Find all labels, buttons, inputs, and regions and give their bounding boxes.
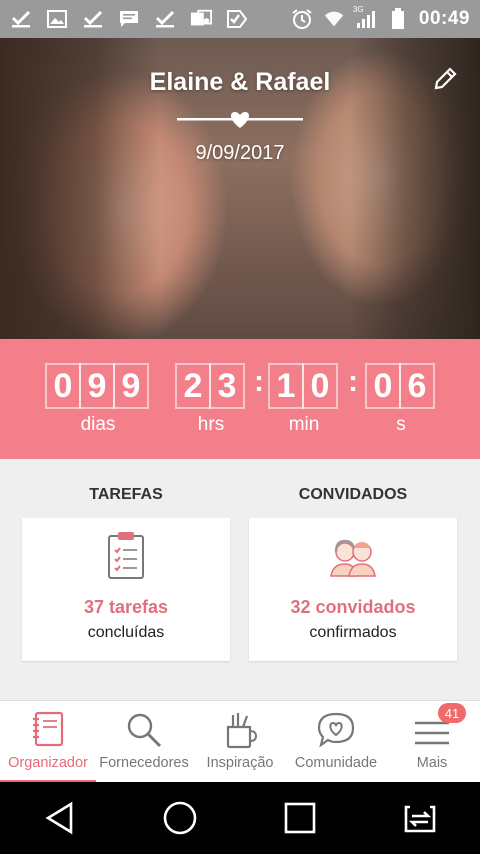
back-triangle-icon (45, 801, 73, 835)
nav-inspiracao[interactable]: Inspiração (192, 701, 288, 783)
digit: 0 (302, 363, 338, 409)
tasks-status: concluídas (87, 624, 165, 641)
guests-couple-icon (249, 530, 457, 580)
digit: 0 (365, 363, 401, 409)
nav-organizador[interactable]: Organizador (0, 701, 96, 783)
signal-icon: 3G (353, 5, 377, 29)
task-check-icon (226, 9, 248, 29)
edit-pencil-icon[interactable] (432, 66, 458, 92)
checkmark-icon (10, 9, 32, 29)
tasks-count: 37 tarefas (83, 597, 169, 617)
bottom-navigation: Organizador Fornecedores Inspiração Comu… (0, 700, 480, 783)
system-navigation-bar (0, 782, 480, 854)
guests-status: confirmados (309, 624, 397, 641)
digit: 9 (79, 363, 115, 409)
nav-label: Fornecedores (99, 755, 189, 771)
nav-comunidade[interactable]: Comunidade (288, 701, 384, 783)
guests-card[interactable]: 32 convidados confirmados (249, 518, 457, 661)
message-icon (118, 9, 140, 29)
wifi-icon (323, 9, 345, 29)
hours-label: hrs (197, 414, 225, 435)
wedding-date: 9/09/2017 (195, 142, 285, 164)
nav-fornecedores[interactable]: Fornecedores (96, 701, 192, 783)
swap-screen-icon (404, 805, 436, 833)
image-icon (46, 9, 68, 29)
nav-label: Mais (416, 755, 448, 771)
nav-label: Inspiração (206, 755, 274, 771)
digit: 9 (113, 363, 149, 409)
heart-divider-icon (177, 112, 303, 128)
guests-count: 32 convidados (290, 597, 416, 617)
minutes-digits: 1 0 (268, 363, 338, 409)
nav-label: Organizador (8, 755, 88, 771)
colon-separator: : (348, 365, 358, 398)
chat-heart-icon (317, 712, 355, 748)
checkmark-icon (154, 9, 176, 29)
clock: 00:49 (418, 8, 470, 29)
tasks-card[interactable]: 37 tarefas concluídas (22, 518, 230, 661)
digit: 1 (268, 363, 304, 409)
colon-separator: : (254, 365, 264, 398)
clipboard-checklist-icon (22, 530, 230, 580)
photos-icon (190, 9, 212, 29)
home-button[interactable] (160, 798, 200, 838)
notification-badge: 41 (438, 703, 466, 723)
nav-label: Comunidade (294, 755, 378, 771)
guests-heading: CONVIDADOS (298, 486, 408, 503)
checkmark-icon (82, 9, 104, 29)
recents-square-icon (284, 802, 316, 834)
home-circle-icon (163, 801, 197, 835)
digit: 3 (209, 363, 245, 409)
couple-photo-header: Elaine & Rafael 9/09/2017 (0, 38, 480, 339)
days-label: dias (80, 414, 116, 435)
recents-button[interactable] (280, 798, 320, 838)
digit: 6 (399, 363, 435, 409)
minutes-label: min (288, 414, 320, 435)
back-button[interactable] (40, 798, 80, 838)
network-type-label: 3G (352, 5, 364, 14)
nav-mais[interactable]: 41 Mais (384, 701, 480, 783)
tasks-heading: TAREFAS (89, 486, 163, 503)
digit: 2 (175, 363, 211, 409)
search-icon (127, 713, 162, 748)
battery-icon (387, 8, 409, 29)
status-bar: 3G 00:49 (0, 0, 480, 38)
alarm-icon (291, 9, 313, 29)
hours-digits: 2 3 (175, 363, 245, 409)
seconds-label: s (396, 414, 406, 435)
seconds-digits: 0 6 (365, 363, 435, 409)
notebook-icon (33, 711, 64, 747)
pencil-cup-icon (226, 713, 258, 749)
couple-names: Elaine & Rafael (149, 68, 331, 96)
days-digits: 0 9 9 (45, 363, 149, 409)
digit: 0 (45, 363, 81, 409)
screen-swap-button[interactable] (400, 798, 440, 838)
wedding-countdown: 0 9 9 2 3 : 1 0 : 0 6 dias hrs min s (0, 339, 480, 459)
